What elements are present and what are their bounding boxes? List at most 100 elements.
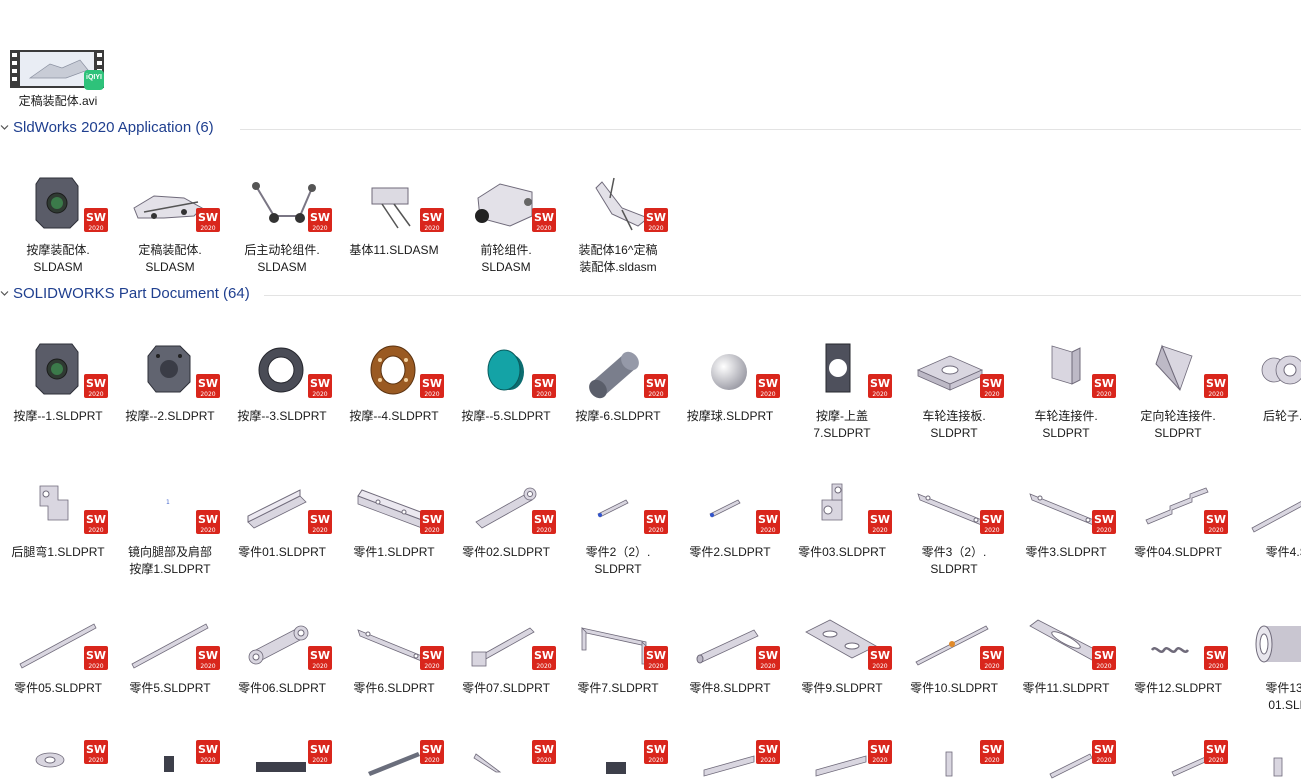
file-name: 零件10.SLDPRT — [894, 680, 1014, 697]
svg-text:SW: SW — [534, 513, 554, 526]
solidworks-badge-icon: SW 2020 — [308, 646, 332, 670]
solidworks-badge-icon: SW 2020 — [1092, 646, 1116, 670]
solidworks-badge-icon: SW 2020 — [644, 374, 668, 398]
svg-text:2020: 2020 — [1096, 757, 1111, 764]
svg-text:SW: SW — [870, 513, 890, 526]
solidworks-badge-icon: SW 2020 — [1092, 740, 1116, 764]
file-name: 按摩装配体. SLDASM — [0, 242, 118, 276]
file-name-line1: 零件2.SLDPRT — [689, 545, 771, 559]
solidworks-badge-icon: SW 2020 — [532, 208, 556, 232]
svg-text:2020: 2020 — [1096, 391, 1111, 398]
file-name-line1: 后腿弯1.SLDPRT — [11, 545, 105, 559]
svg-text:SW: SW — [86, 377, 106, 390]
svg-text:SW: SW — [422, 377, 442, 390]
svg-text:SW: SW — [646, 513, 666, 526]
svg-text:SW: SW — [758, 649, 778, 662]
file-name-line1: 按摩-上盖 — [816, 409, 868, 423]
svg-text:2020: 2020 — [312, 757, 327, 764]
file-name-line1: 零件05.SLDPRT — [14, 681, 102, 695]
svg-text:2020: 2020 — [760, 391, 775, 398]
file-name-line1: 车轮连接件. — [1034, 409, 1098, 423]
file-name-line1: 按摩--2.SLDPRT — [125, 409, 215, 423]
solidworks-badge-icon: SW 2020 — [196, 740, 220, 764]
svg-text:SW: SW — [310, 743, 330, 756]
svg-text:SW: SW — [86, 649, 106, 662]
file-name: 零件06.SLDPRT — [222, 680, 342, 697]
svg-text:2020: 2020 — [88, 391, 103, 398]
svg-text:2020: 2020 — [648, 225, 663, 232]
file-name: 车轮连接板. SLDPRT — [894, 408, 1014, 442]
solidworks-badge-icon: SW 2020 — [756, 740, 780, 764]
solidworks-badge-icon: SW 2020 — [644, 740, 668, 764]
file-thumbnail — [1234, 334, 1301, 406]
group-header-part-document[interactable]: SOLIDWORKS Part Document (64) — [0, 285, 1301, 307]
file-name-line1: 定向轮连接件. — [1140, 409, 1216, 423]
svg-text:2020: 2020 — [424, 225, 439, 232]
file-name: 后主动轮组件. SLDASM — [222, 242, 342, 276]
solidworks-badge-icon: SW 2020 — [420, 740, 444, 764]
file-name-line1: 零件6.SLDPRT — [353, 681, 435, 695]
file-name: 零件6.SLDPRT — [334, 680, 454, 697]
svg-text:2020: 2020 — [648, 391, 663, 398]
solidworks-badge-icon: SW 2020 — [196, 646, 220, 670]
file-name-line1: 后轮子.SL — [1262, 409, 1301, 423]
file-name: 按摩--1.SLDPRT — [0, 408, 118, 425]
file-name-line1: 按摩球.SLDPRT — [686, 409, 774, 423]
solidworks-badge-icon: SW 2020 — [756, 510, 780, 534]
solidworks-badge-icon: SW 2020 — [980, 740, 1004, 764]
file-name: 基体11.SLDASM — [334, 242, 454, 259]
file-name-line1: 零件07.SLDPRT — [462, 681, 550, 695]
svg-text:2020: 2020 — [536, 527, 551, 534]
svg-text:SW: SW — [982, 743, 1002, 756]
file-name: 零件8.SLDPRT — [670, 680, 790, 697]
solidworks-badge-icon: SW 2020 — [84, 208, 108, 232]
file-name: 后腿弯1.SLDPRT — [0, 544, 118, 561]
svg-text:SW: SW — [198, 211, 218, 224]
file-name-line1: 装配体16^定稿 — [578, 243, 658, 257]
svg-text:SW: SW — [422, 513, 442, 526]
svg-text:SW: SW — [534, 211, 554, 224]
file-name: 零件2（2）. SLDPRT — [558, 544, 678, 578]
svg-text:SW: SW — [310, 513, 330, 526]
svg-text:2020: 2020 — [1208, 757, 1223, 764]
file-name-line1: 零件11.SLDPRT — [1022, 681, 1110, 695]
file-name: 零件01.SLDPRT — [222, 544, 342, 561]
svg-text:SW: SW — [982, 649, 1002, 662]
svg-text:2020: 2020 — [872, 527, 887, 534]
svg-text:SW: SW — [646, 211, 666, 224]
file-name-line2: SLDPRT — [930, 562, 978, 576]
file-name-line1: 零件7.SLDPRT — [577, 681, 659, 695]
svg-text:2020: 2020 — [88, 527, 103, 534]
svg-text:2020: 2020 — [648, 757, 663, 764]
solidworks-badge-icon: SW 2020 — [1204, 740, 1228, 764]
file-name-line1: 前轮组件. — [480, 243, 532, 257]
file-name-line1: 零件03.SLDPRT — [798, 545, 886, 559]
file-name: 定向轮连接件. SLDPRT — [1118, 408, 1238, 442]
file-name-line1: 车轮连接板. — [922, 409, 986, 423]
svg-text:2020: 2020 — [536, 757, 551, 764]
solidworks-badge-icon: SW 2020 — [420, 646, 444, 670]
file-name-line1: 零件2（2）. — [585, 545, 651, 559]
svg-text:2020: 2020 — [984, 757, 999, 764]
file-name-line1: 基体11.SLDASM — [349, 243, 439, 257]
solidworks-badge-icon: SW 2020 — [420, 208, 444, 232]
file-name-line2: 按摩1.SLDPRT — [129, 562, 211, 576]
solidworks-badge-icon: SW 2020 — [532, 646, 556, 670]
svg-text:SW: SW — [758, 743, 778, 756]
svg-text:2020: 2020 — [984, 527, 999, 534]
file-name-line1: 按摩--3.SLDPRT — [237, 409, 327, 423]
file-name-line1: 零件06.SLDPRT — [238, 681, 326, 695]
svg-text:2020: 2020 — [760, 663, 775, 670]
svg-text:SW: SW — [982, 377, 1002, 390]
svg-text:2020: 2020 — [424, 663, 439, 670]
file-name: 零件03.SLDPRT — [782, 544, 902, 561]
svg-text:SW: SW — [198, 377, 218, 390]
svg-text:2020: 2020 — [424, 757, 439, 764]
file-name: 零件11.SLDPRT — [1006, 680, 1126, 697]
svg-text:SW: SW — [198, 743, 218, 756]
solidworks-badge-icon: SW 2020 — [308, 374, 332, 398]
svg-text:SW: SW — [86, 513, 106, 526]
group-header-sldworks-application[interactable]: SldWorks 2020 Application (6) — [0, 119, 1301, 141]
file-name: 零件04.SLDPRT — [1118, 544, 1238, 561]
file-name-line1: 零件5.SLDPRT — [129, 681, 211, 695]
